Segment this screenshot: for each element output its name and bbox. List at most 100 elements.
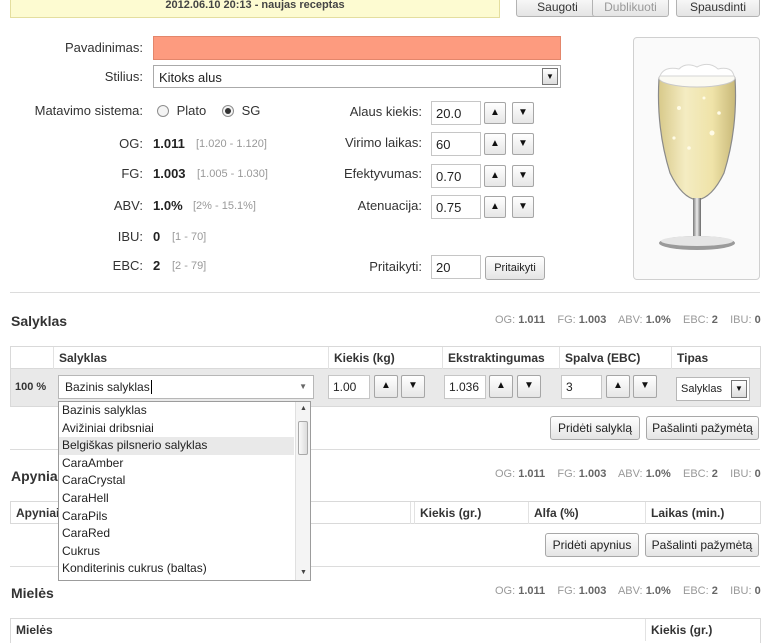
attenuation-label: Atenuacija: bbox=[357, 198, 422, 213]
fg-value: 1.003 bbox=[153, 166, 186, 181]
radio-plato-icon[interactable] bbox=[157, 105, 169, 117]
stat-og-value: 1.011 bbox=[518, 468, 546, 480]
stat-og-value: 1.011 bbox=[518, 314, 546, 326]
stat-og-label: OG: bbox=[495, 585, 516, 597]
ibu-range: [1 - 70] bbox=[172, 231, 207, 243]
abv-label: ABV: bbox=[113, 198, 143, 213]
efficiency-input[interactable]: 0.70 bbox=[431, 164, 481, 188]
measure-sg-option[interactable]: SG bbox=[222, 103, 260, 118]
style-label: Stilius: bbox=[104, 69, 143, 84]
adjust-input[interactable]: 20 bbox=[431, 255, 481, 279]
list-item[interactable]: Bazinis salyklas bbox=[59, 402, 294, 420]
attenuation-decrement-button[interactable]: ▼ bbox=[512, 196, 534, 218]
save-button[interactable]: Saugoti bbox=[516, 0, 599, 17]
yeast-stats: OG: 1.011 FG: 1.003 ABV: 1.0% EBC: 2 IBU… bbox=[495, 585, 761, 597]
stat-ebc-value: 2 bbox=[711, 585, 718, 597]
stat-ebc-label: EBC: bbox=[683, 468, 709, 480]
attenuation-increment-button[interactable]: ▲ bbox=[484, 196, 506, 218]
efficiency-label: Efektyvumas: bbox=[343, 166, 422, 181]
malt-extract-decrement-button[interactable]: ▼ bbox=[517, 375, 541, 398]
boil-increment-button[interactable]: ▲ bbox=[484, 133, 506, 155]
malt-amount-decrement-button[interactable]: ▼ bbox=[401, 375, 425, 398]
add-hops-button[interactable]: Pridėti apynius bbox=[545, 533, 639, 557]
stat-ibu-label: IBU: bbox=[730, 314, 752, 326]
malt-color-input[interactable]: 3 bbox=[561, 375, 602, 399]
beer-glass-icon bbox=[657, 63, 737, 250]
divider bbox=[10, 292, 760, 293]
volume-decrement-button[interactable]: ▼ bbox=[512, 102, 534, 124]
style-select[interactable]: Kitoks alus ▼ bbox=[153, 65, 561, 88]
name-input[interactable] bbox=[153, 36, 561, 60]
malt-type-value: Salyklas bbox=[681, 383, 722, 395]
malt-name-combobox[interactable]: Bazinis salyklas ▼ bbox=[58, 375, 314, 399]
print-button[interactable]: Spausdinti bbox=[676, 0, 760, 17]
chevron-down-icon[interactable]: ▼ bbox=[299, 382, 307, 391]
add-malt-button[interactable]: Pridėti salyklą bbox=[550, 416, 640, 440]
efficiency-increment-button[interactable]: ▲ bbox=[484, 165, 506, 187]
malt-amount-input[interactable]: 1.00 bbox=[328, 375, 370, 399]
list-item[interactable]: CaraAmber bbox=[59, 455, 294, 473]
stat-fg-value: 1.003 bbox=[578, 468, 607, 480]
list-item[interactable]: CaraHell bbox=[59, 490, 294, 508]
stat-ibu-label: IBU: bbox=[730, 468, 752, 480]
adjust-button[interactable]: Pritaikyti bbox=[485, 256, 545, 280]
stat-abv-value: 1.0% bbox=[645, 314, 671, 326]
list-item[interactable]: Cukrus bbox=[59, 543, 294, 561]
ebc-range: [2 - 79] bbox=[172, 260, 207, 272]
list-item[interactable]: Avižiniai dribsniai bbox=[59, 420, 294, 438]
stat-abv-label: ABV: bbox=[617, 314, 643, 326]
malt-stats: OG: 1.011 FG: 1.003 ABV: 1.0% EBC: 2 IBU… bbox=[495, 314, 761, 326]
hops-col-alpha: Alfa (%) bbox=[529, 502, 646, 524]
chevron-down-icon[interactable]: ▼ bbox=[542, 68, 558, 85]
volume-increment-button[interactable]: ▲ bbox=[484, 102, 506, 124]
stat-abv-value: 1.0% bbox=[645, 585, 671, 597]
yeast-section-title: Mielės bbox=[11, 585, 54, 601]
list-item[interactable]: Belgiškas pilsnerio salyklas bbox=[59, 437, 294, 455]
malt-name-dropdown[interactable]: Bazinis salyklas Avižiniai dribsniai Belgi… bbox=[58, 401, 311, 581]
style-select-value: Kitoks alus bbox=[159, 70, 222, 85]
dropdown-scrollbar[interactable]: ▲ ▼ bbox=[295, 402, 310, 580]
list-item[interactable]: CaraRed bbox=[59, 525, 294, 543]
yeast-col-name: Mielės bbox=[11, 619, 646, 641]
list-item[interactable]: CaraCrystal bbox=[59, 472, 294, 490]
beer-style-image bbox=[633, 37, 760, 280]
malt-amount-increment-button[interactable]: ▲ bbox=[374, 375, 398, 398]
volume-input[interactable]: 20.0 bbox=[431, 101, 481, 125]
remove-hops-button[interactable]: Pašalinti pažymėtą bbox=[645, 533, 759, 557]
ibu-label: IBU: bbox=[117, 229, 143, 244]
radio-sg-icon[interactable] bbox=[222, 105, 234, 117]
stat-fg-value: 1.003 bbox=[578, 314, 607, 326]
remove-malt-button[interactable]: Pašalinti pažymėtą bbox=[646, 416, 759, 440]
malt-type-select[interactable]: Salyklas ▼ bbox=[676, 377, 750, 401]
yeast-table-header: Mielės Kiekis (gr.) bbox=[10, 618, 761, 643]
stat-ebc-value: 2 bbox=[711, 314, 718, 326]
list-item[interactable]: Konditerinis cukrus (baltas) bbox=[59, 560, 294, 578]
malt-color-increment-button[interactable]: ▲ bbox=[606, 375, 630, 398]
chevron-up-icon[interactable]: ▲ bbox=[296, 402, 310, 416]
hops-section-title: Apyniai bbox=[11, 468, 62, 484]
stat-og-label: OG: bbox=[495, 314, 516, 326]
list-item[interactable]: CaraPils bbox=[59, 508, 294, 526]
malt-extract-increment-button[interactable]: ▲ bbox=[489, 375, 513, 398]
ebc-value: 2 bbox=[153, 258, 161, 273]
duplicate-button[interactable]: Dublikuoti bbox=[592, 0, 669, 17]
volume-label: Alaus kiekis: bbox=[349, 104, 422, 119]
fg-label: FG: bbox=[121, 166, 143, 181]
stat-fg-label: FG: bbox=[557, 585, 576, 597]
malt-col-extract: Ekstraktingumas bbox=[443, 347, 560, 369]
efficiency-decrement-button[interactable]: ▼ bbox=[512, 165, 534, 187]
boil-input[interactable]: 60 bbox=[431, 132, 481, 156]
attenuation-input[interactable]: 0.75 bbox=[431, 195, 481, 219]
scrollbar-thumb[interactable] bbox=[298, 421, 308, 455]
measure-plato-option[interactable]: Plato bbox=[157, 103, 206, 118]
stat-abv-label: ABV: bbox=[617, 468, 643, 480]
ebc-label: EBC: bbox=[112, 258, 143, 273]
og-range: [1.020 - 1.120] bbox=[196, 138, 267, 150]
malt-col-percent bbox=[11, 347, 54, 369]
malt-extract-input[interactable]: 1.036 bbox=[444, 375, 486, 399]
boil-decrement-button[interactable]: ▼ bbox=[512, 133, 534, 155]
stat-fg-label: FG: bbox=[557, 468, 576, 480]
chevron-down-icon[interactable]: ▼ bbox=[296, 566, 310, 580]
chevron-down-icon[interactable]: ▼ bbox=[731, 380, 747, 398]
malt-color-decrement-button[interactable]: ▼ bbox=[633, 375, 657, 398]
